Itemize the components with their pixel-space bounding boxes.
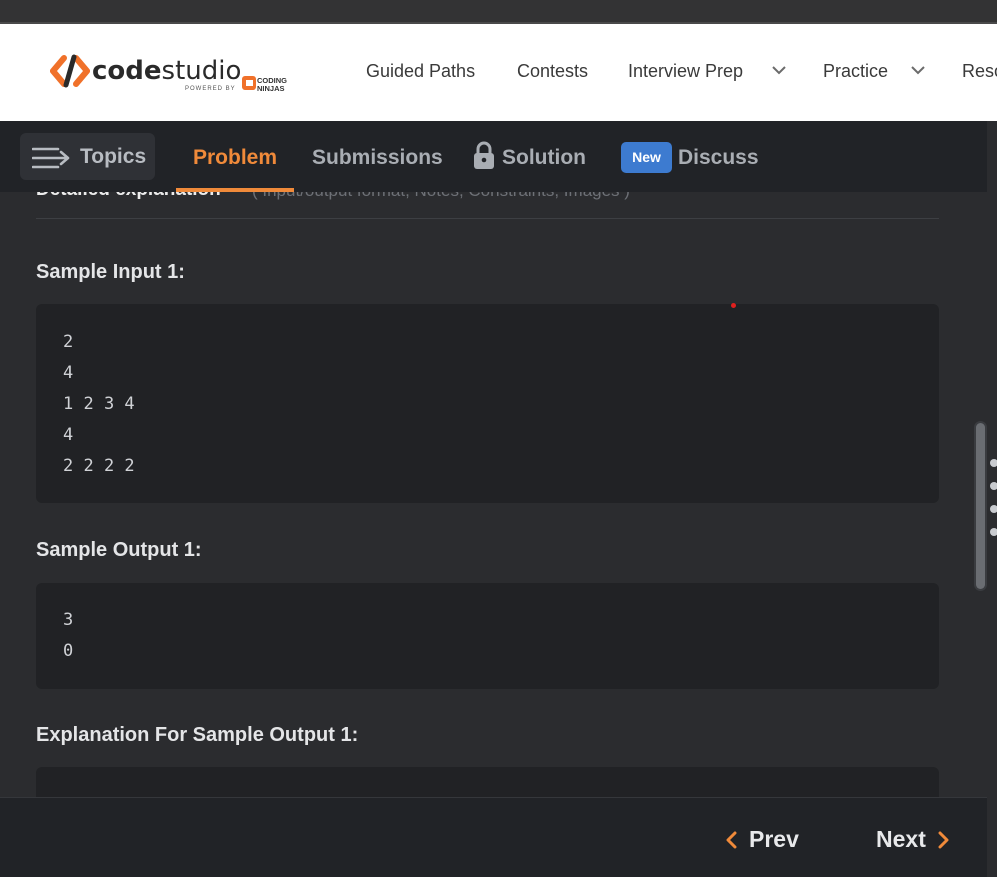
code-line: 1 2 3 4 bbox=[63, 394, 135, 414]
chevron-down-icon[interactable] bbox=[771, 64, 787, 76]
nav-interview-prep[interactable]: Interview Prep bbox=[628, 61, 743, 82]
code-line: 2 bbox=[63, 332, 74, 352]
code-line: 0 bbox=[63, 641, 74, 661]
chevron-right-icon[interactable] bbox=[937, 831, 951, 849]
problem-tab-bar: Topics Problem Submissions Solution New … bbox=[0, 121, 987, 192]
explanation-box bbox=[36, 767, 939, 797]
tab-submissions[interactable]: Submissions bbox=[312, 146, 443, 170]
chevron-down-icon[interactable] bbox=[910, 64, 926, 76]
browser-top-strip bbox=[0, 0, 997, 24]
lock-icon bbox=[474, 141, 494, 169]
problem-content: Detailed explanation ( Input/output form… bbox=[0, 121, 987, 797]
menu-icon bbox=[32, 147, 70, 169]
logo-powered-by: POWERED BY bbox=[185, 86, 236, 92]
new-badge: New bbox=[621, 142, 672, 173]
topics-button[interactable]: Topics bbox=[20, 133, 155, 180]
code-line: 3 bbox=[63, 610, 74, 630]
prev-button[interactable]: Prev bbox=[749, 826, 799, 853]
scrollbar[interactable] bbox=[974, 421, 987, 591]
code-line: 2 2 2 2 bbox=[63, 456, 135, 476]
sample-input-title: Sample Input 1: bbox=[36, 261, 185, 283]
codestudio-logo-icon bbox=[50, 54, 90, 88]
tab-solution[interactable]: Solution bbox=[502, 146, 586, 170]
nav-practice[interactable]: Practice bbox=[823, 61, 888, 82]
scrollbar-thumb[interactable] bbox=[976, 423, 985, 589]
tab-problem[interactable]: Problem bbox=[193, 146, 277, 170]
nav-guided-paths[interactable]: Guided Paths bbox=[366, 61, 475, 82]
topics-label: Topics bbox=[80, 145, 147, 168]
logo-wordmark: codestudio bbox=[92, 56, 242, 86]
code-line: 4 bbox=[63, 363, 74, 383]
more-options-icon[interactable] bbox=[990, 459, 997, 551]
nav-resources[interactable]: Reso bbox=[962, 61, 997, 82]
site-header: codestudio POWERED BY CODING NINJAS Guide… bbox=[0, 24, 997, 121]
next-button[interactable]: Next bbox=[876, 826, 926, 853]
code-line: 4 bbox=[63, 425, 74, 445]
coding-ninjas-label: CODING NINJAS bbox=[257, 76, 287, 93]
active-tab-indicator bbox=[176, 188, 294, 192]
chevron-left-icon[interactable] bbox=[724, 831, 738, 849]
nav-contests[interactable]: Contests bbox=[517, 61, 588, 82]
sample-output-box: 3 0 bbox=[36, 583, 939, 689]
cursor-dot bbox=[731, 303, 736, 308]
sample-input-box: 2 4 1 2 3 4 4 2 2 2 2 bbox=[36, 304, 939, 503]
tab-discuss[interactable]: Discuss bbox=[678, 146, 759, 170]
problem-footer: Prev Next bbox=[0, 797, 987, 877]
explanation-title: Explanation For Sample Output 1: bbox=[36, 724, 359, 746]
sample-output-title: Sample Output 1: bbox=[36, 539, 202, 561]
coding-ninjas-icon bbox=[242, 76, 256, 90]
